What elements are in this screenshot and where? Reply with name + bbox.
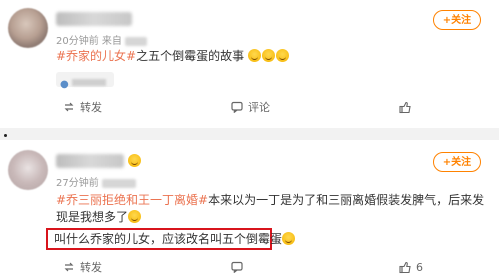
- source-redacted: [125, 36, 148, 46]
- like-button[interactable]: 6: [398, 258, 423, 278]
- follow-button[interactable]: +关注: [433, 10, 481, 30]
- post-source: 来自: [101, 36, 122, 47]
- avatar[interactable]: [8, 8, 48, 48]
- comment-button[interactable]: 评论: [230, 98, 270, 118]
- highlight-text: 叫什么乔家的儿女，应该改名叫五个倒霉蛋: [54, 232, 283, 246]
- location-icon: ●: [60, 79, 69, 90]
- laughing-emoji-icon: [275, 49, 289, 62]
- repost-label: 转发: [80, 261, 102, 274]
- repost-button[interactable]: 转发: [62, 98, 102, 118]
- feed-card-1: 20分钟前 来自 +关注 #乔家的儿女#之五个倒霉蛋的故事 ● 转发 评论: [0, 0, 499, 128]
- location-redacted: [71, 79, 106, 86]
- topic-link[interactable]: #乔三丽拒绝和王一丁离婚#: [56, 193, 208, 207]
- action-bar: 转发 评论: [0, 98, 499, 118]
- laughing-emoji-icon: [261, 49, 275, 62]
- post-time[interactable]: 27分钟前: [56, 178, 99, 189]
- comment-label: 评论: [248, 101, 270, 114]
- comment-button[interactable]: [230, 258, 248, 278]
- repost-icon: [64, 262, 74, 272]
- location-tag[interactable]: ●: [56, 72, 114, 90]
- bullet-dot: [4, 134, 7, 137]
- feed-card-2: 27分钟前 +关注 #乔三丽拒绝和王一丁离婚#本来以为一丁是为了和三丽离婚假装发…: [0, 140, 499, 280]
- laughing-emoji-icon: [282, 232, 296, 245]
- post-content: #乔三丽拒绝和王一丁离婚#本来以为一丁是为了和三丽离婚假装发脾气，后来发现是我想…: [56, 192, 486, 226]
- highlighted-comment: 叫什么乔家的儿女，应该改名叫五个倒霉蛋: [46, 228, 296, 250]
- comment-icon: [231, 101, 243, 113]
- action-bar: 转发 6: [0, 258, 499, 278]
- username-redacted[interactable]: [56, 12, 132, 26]
- avatar[interactable]: [8, 150, 48, 190]
- follow-button[interactable]: +关注: [433, 152, 481, 172]
- source-redacted: [101, 178, 136, 188]
- post-meta: 27分钟前: [56, 174, 136, 189]
- comment-icon: [231, 261, 243, 273]
- post-content: #乔家的儿女#之五个倒霉蛋的故事: [56, 48, 476, 65]
- post-text: 之五个倒霉蛋的故事: [136, 49, 245, 63]
- like-icon: [399, 261, 411, 274]
- repost-label: 转发: [80, 101, 102, 114]
- smile-emoji-icon: [128, 210, 142, 223]
- repost-icon: [64, 102, 74, 112]
- username-redacted[interactable]: [56, 154, 124, 168]
- emoji-badge-icon: [128, 154, 141, 167]
- post-meta: 20分钟前 来自: [56, 32, 148, 47]
- repost-button[interactable]: 转发: [62, 258, 102, 278]
- like-button[interactable]: [398, 98, 416, 118]
- like-icon: [399, 101, 411, 114]
- topic-link[interactable]: #乔家的儿女#: [56, 49, 136, 63]
- like-count: 6: [416, 261, 423, 274]
- post-time[interactable]: 20分钟前: [56, 36, 99, 47]
- card-divider: [0, 128, 499, 140]
- laughing-emoji-icon: [247, 49, 261, 62]
